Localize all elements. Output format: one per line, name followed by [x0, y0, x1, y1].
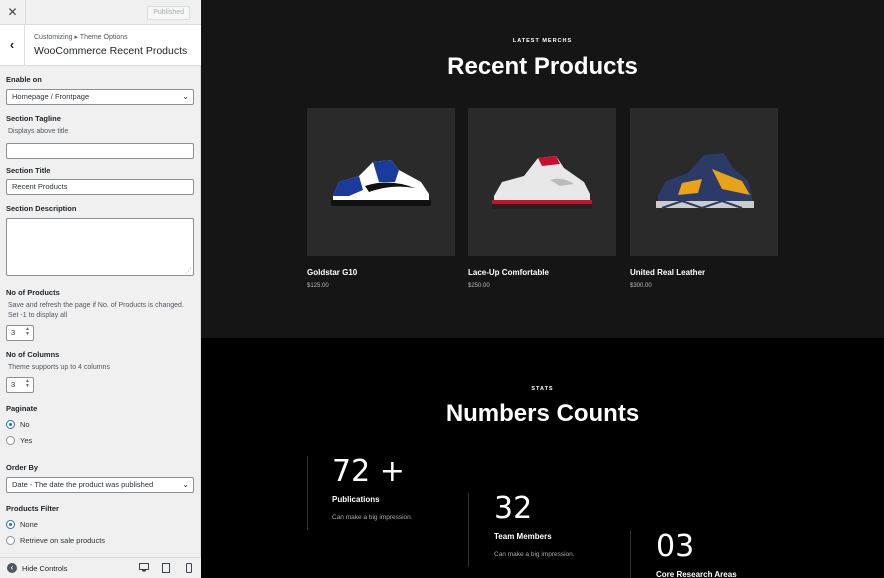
no-of-columns-stepper[interactable]: 3 ▲ ▼ [6, 377, 34, 393]
product-image[interactable] [630, 108, 778, 256]
tablet-preview-icon[interactable] [160, 563, 171, 576]
no-of-columns-description: Theme supports up to 4 columns [8, 364, 110, 371]
back-icon[interactable]: ‹ [0, 25, 25, 65]
no-of-products-label: No of Products [6, 288, 60, 297]
product-price: $250.00 [468, 283, 490, 289]
section-tagline-input[interactable] [6, 143, 194, 159]
hide-controls-label: Hide Controls [22, 564, 68, 573]
product-name[interactable]: Goldstar G10 [307, 268, 455, 277]
stat-item: 03 Core Research Areas [656, 529, 737, 578]
stepper-arrows-icon[interactable]: ▲ ▼ [25, 379, 30, 389]
radio-selected-icon[interactable] [6, 519, 15, 529]
section-tagline-description: Displays above title [8, 128, 69, 135]
section-description-control: Section Description ⋰ [6, 204, 194, 276]
products-title: Recent Products [447, 53, 638, 80]
enable-on-label: Enable on [6, 75, 42, 84]
sneaker-icon [492, 156, 592, 209]
enable-on-select[interactable]: Homepage / Frontpage ⌄ [6, 89, 194, 105]
no-of-products-description: Save and refresh the page if No. of Prod… [8, 302, 184, 319]
sneaker-icon [656, 153, 754, 210]
panel-footer: ‹ Hide Controls [0, 557, 201, 578]
paginate-option-label: No [20, 419, 30, 429]
stat-label: Team Members [494, 532, 552, 541]
stat-divider [630, 530, 631, 578]
section-description-label: Section Description [6, 204, 77, 213]
sneaker-icon [331, 160, 431, 206]
section-title-control: Section Title Recent Products [6, 166, 194, 195]
breadcrumb: Customizing ▸ Theme Options [34, 34, 128, 41]
paginate-option-no[interactable]: No [6, 416, 194, 432]
enable-on-value: Homepage / Frontpage [12, 92, 90, 101]
chevron-down-icon: ⌄ [182, 480, 189, 489]
recent-products-section: LATEST MERCHS Recent Products Goldstar G… [201, 0, 884, 338]
no-of-columns-value: 3 [11, 380, 16, 389]
section-title-label: Section Title [6, 166, 51, 175]
products-tagline: LATEST MERCHS [512, 38, 573, 44]
panel-header: ‹ Customizing ▸ Theme Options WooCommerc… [0, 25, 201, 66]
product-name[interactable]: United Real Leather [630, 268, 778, 277]
customizer-topbar: ✕ Published [0, 0, 201, 25]
close-icon[interactable]: ✕ [0, 0, 26, 25]
stats-tagline: STATS [531, 386, 554, 392]
section-description-textarea[interactable]: ⋰ [6, 218, 194, 276]
stats-title: Numbers Counts [445, 400, 640, 427]
section-title-input[interactable]: Recent Products [6, 179, 194, 195]
chevron-down-icon: ⌄ [182, 92, 189, 101]
paginate-option-yes[interactable]: Yes [6, 432, 194, 448]
arrow-left-circle-icon[interactable]: ‹ [7, 563, 17, 573]
stat-label: Publications [332, 495, 380, 504]
product-image[interactable] [468, 108, 616, 256]
products-filter-option-label: Retrieve on sale products [20, 535, 106, 545]
product-card[interactable]: Lace-Up Comfortable $250.00 [468, 108, 616, 289]
section-tagline-label: Section Tagline [6, 114, 61, 123]
product-image[interactable] [307, 108, 455, 256]
section-tagline-control: Section Tagline Displays above title [6, 114, 194, 159]
stats-section: STATS Numbers Counts 72 + Publications C… [201, 338, 884, 578]
no-of-columns-label: No of Columns [6, 350, 60, 359]
stat-item: 72 + Publications Can make a big impress… [332, 454, 413, 521]
stat-label: Core Research Areas [656, 570, 737, 578]
products-filter-option-on-sale[interactable]: Retrieve on sale products [6, 532, 194, 548]
no-of-columns-control: No of Columns Theme supports up to 4 col… [6, 350, 194, 393]
desktop-preview-icon[interactable] [138, 563, 149, 575]
stat-number: 72 + [332, 454, 405, 489]
published-button[interactable]: Published [147, 6, 190, 20]
no-of-products-control: No of Products Save and refresh the page… [6, 288, 194, 341]
radio-selected-icon[interactable] [6, 419, 15, 429]
products-filter-control: Products Filter None Retrieve on sale pr… [6, 504, 194, 548]
stat-number: 03 [656, 529, 695, 564]
mobile-preview-icon[interactable] [183, 563, 194, 576]
paginate-label: Paginate [6, 404, 38, 413]
stepper-arrows-icon[interactable]: ▲ ▼ [25, 327, 30, 337]
products-filter-option-none[interactable]: None [6, 516, 194, 532]
customizer-panel: ✕ Published ‹ Customizing ▸ Theme Option… [0, 0, 201, 578]
enable-on-control: Enable on Homepage / Frontpage ⌄ [6, 75, 194, 105]
stat-divider [468, 493, 469, 567]
resize-handle-icon[interactable]: ⋰ [185, 267, 192, 275]
panel-title: WooCommerce Recent Products [34, 45, 188, 57]
radio-icon[interactable] [6, 535, 15, 545]
products-filter-label: Products Filter [6, 504, 59, 513]
order-by-label: Order By [6, 463, 39, 472]
stat-divider [307, 456, 308, 530]
order-by-select[interactable]: Date - The date the product was publishe… [6, 477, 194, 493]
radio-icon[interactable] [6, 435, 15, 445]
stat-number: 32 [494, 491, 533, 526]
no-of-products-stepper[interactable]: 3 ▲ ▼ [6, 325, 34, 341]
stat-description: Can make a big impression. [332, 514, 413, 521]
stat-item: 32 Team Members Can make a big impressio… [494, 491, 575, 558]
stat-description: Can make a big impression. [494, 551, 575, 558]
no-of-products-value: 3 [11, 328, 16, 337]
paginate-control: Paginate No Yes [6, 404, 194, 448]
products-filter-option-label: None [20, 519, 38, 529]
order-by-control: Order By Date - The date the product was… [6, 463, 194, 493]
paginate-option-label: Yes [20, 435, 33, 445]
order-by-value: Date - The date the product was publishe… [12, 480, 154, 489]
product-card[interactable]: Goldstar G10 $125.00 [307, 108, 455, 289]
site-preview: LATEST MERCHS Recent Products Goldstar G… [201, 0, 884, 578]
product-name[interactable]: Lace-Up Comfortable [468, 268, 616, 277]
product-card[interactable]: United Real Leather $300.00 [630, 108, 778, 289]
product-price: $300.00 [630, 283, 652, 289]
product-price: $125.00 [307, 283, 329, 289]
